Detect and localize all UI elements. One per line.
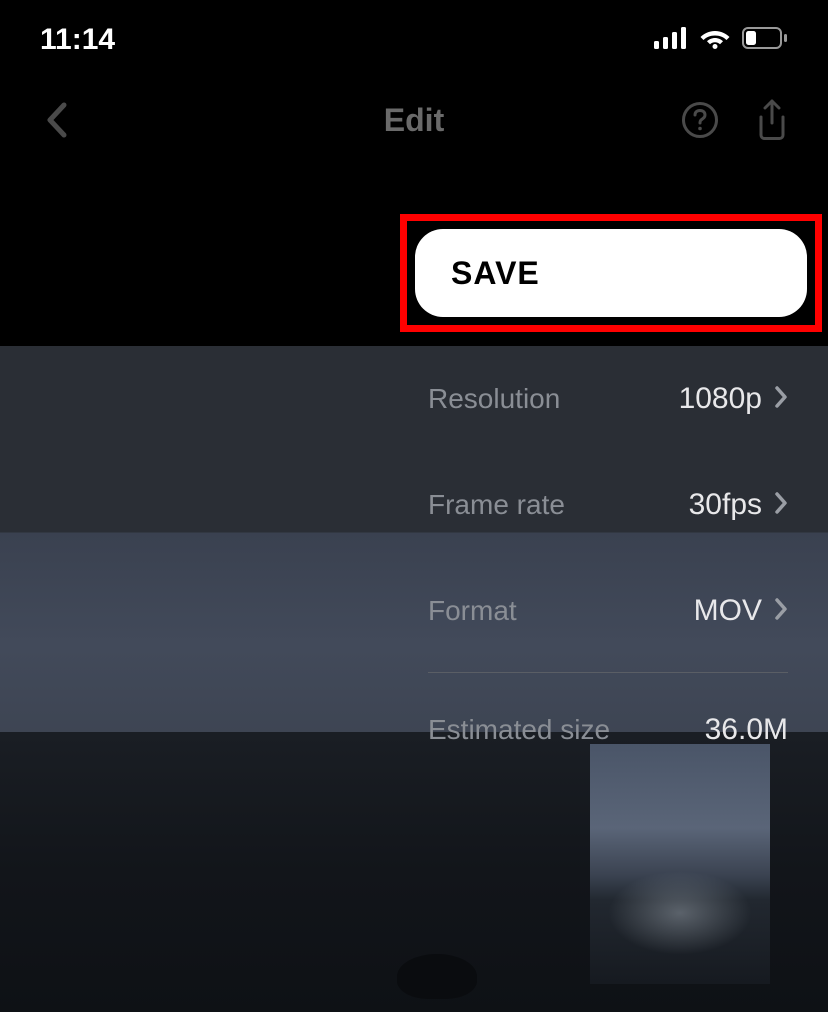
- page-title: Edit: [384, 102, 444, 139]
- frame-rate-row[interactable]: Frame rate 30fps: [428, 452, 788, 558]
- header-actions: [680, 100, 792, 140]
- chevron-right-icon: [774, 597, 788, 626]
- format-label: Format: [428, 595, 517, 627]
- resolution-row[interactable]: Resolution 1080p: [428, 346, 788, 452]
- resolution-value: 1080p: [679, 382, 762, 416]
- help-button[interactable]: [680, 100, 720, 140]
- frame-rate-value: 30fps: [689, 488, 762, 522]
- divider: [428, 672, 788, 673]
- header-bar: Edit: [0, 80, 828, 160]
- format-value: MOV: [694, 594, 762, 628]
- status-bar: 11:14: [0, 0, 828, 80]
- estimated-size-label: Estimated size: [428, 714, 610, 746]
- status-icons: [654, 27, 788, 54]
- share-icon: [755, 99, 789, 141]
- back-button[interactable]: [36, 100, 76, 140]
- help-icon: [681, 101, 719, 139]
- cellular-signal-icon: [654, 27, 688, 54]
- video-preview-background: Resolution 1080p Frame rate 30fps: [0, 346, 828, 1012]
- battery-icon: [742, 27, 788, 54]
- chevron-right-icon: [774, 385, 788, 414]
- save-button[interactable]: SAVE: [415, 229, 807, 317]
- estimated-size-value: 36.0M: [705, 713, 788, 747]
- chevron-left-icon: [45, 102, 67, 138]
- share-button[interactable]: [752, 100, 792, 140]
- chevron-right-icon: [774, 491, 788, 520]
- format-row[interactable]: Format MOV: [428, 558, 788, 664]
- frame-rate-label: Frame rate: [428, 489, 565, 521]
- export-settings-panel: Resolution 1080p Frame rate 30fps: [428, 346, 788, 783]
- status-time: 11:14: [40, 23, 115, 57]
- resolution-label: Resolution: [428, 383, 560, 415]
- estimated-size-row: Estimated size 36.0M: [428, 677, 788, 783]
- save-label: SAVE: [451, 255, 540, 292]
- wifi-icon: [700, 27, 730, 54]
- save-highlight-box: SAVE: [400, 214, 822, 332]
